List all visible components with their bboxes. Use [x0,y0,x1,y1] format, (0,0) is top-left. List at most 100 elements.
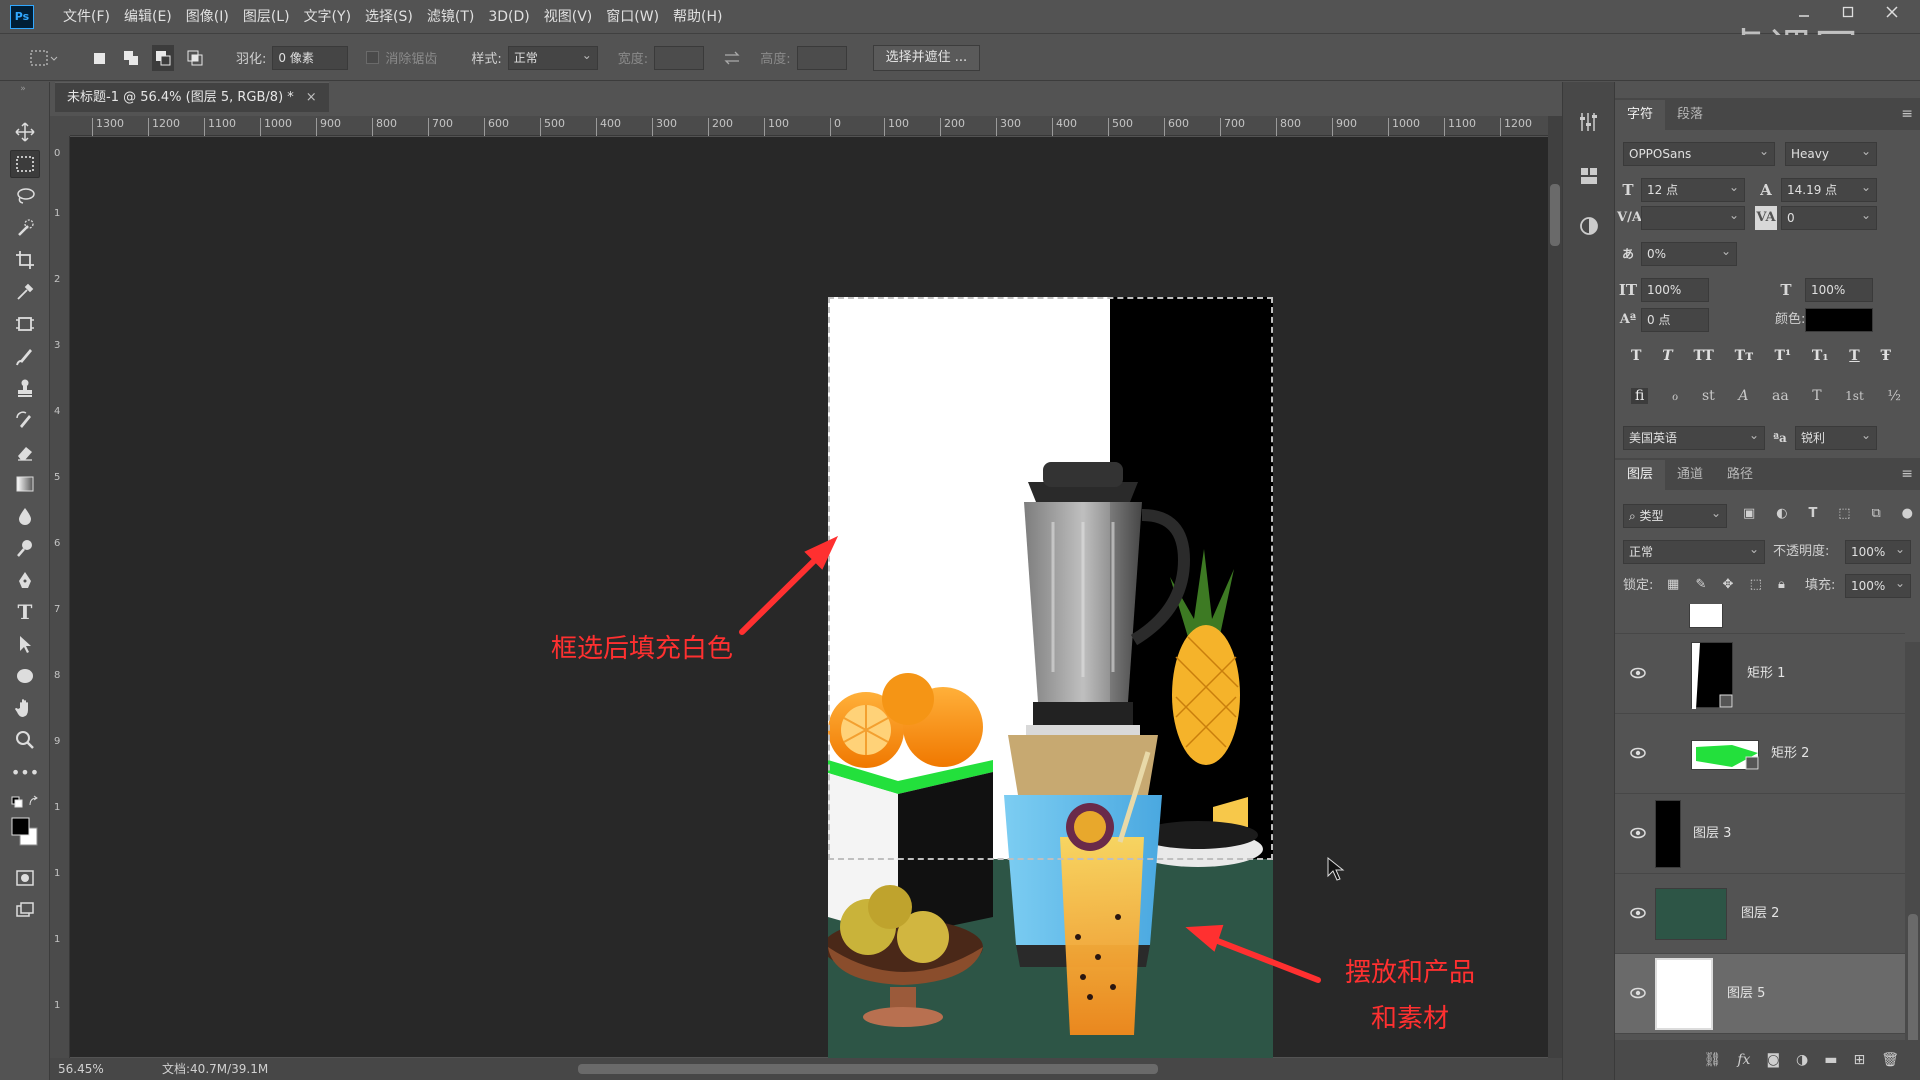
link-icon[interactable]: ⛓ [1704,1052,1722,1068]
mask-icon[interactable]: ◙ [1766,1052,1780,1068]
text-color-swatch[interactable] [1805,308,1873,332]
lock-position-icon[interactable]: ✥ [1723,577,1734,592]
subscript-button[interactable]: T₁ [1812,348,1829,372]
eye-icon[interactable] [1629,904,1647,922]
all-caps-button[interactable]: TT [1693,348,1713,372]
lock-image-icon[interactable]: ✎ [1695,577,1706,592]
lock-artboard-icon[interactable]: ⬚ [1750,577,1762,592]
tracking-icon: VA [1755,206,1777,230]
properties-panel-icon[interactable] [1575,108,1603,136]
layer-filter-select[interactable]: ⌕ 类型 [1623,502,1727,528]
tsume-select[interactable]: 0% [1641,240,1737,266]
layer-name[interactable]: 矩形 2 [1771,746,1809,762]
swash-button[interactable]: A [1738,388,1748,404]
adjustment-filter-icon[interactable]: ◐ [1776,506,1787,526]
layers-panel-menu-icon[interactable]: ≡ [1901,466,1913,482]
adjustment-icon[interactable]: ◑ [1796,1052,1808,1068]
lock-all-icon[interactable]: 🔒︎ [1778,577,1785,592]
annotation-place-product-line1: 摆放和产品 [1345,958,1476,988]
language-select[interactable]: 美国英语 [1623,424,1765,450]
adjustments-panel-icon[interactable] [1575,212,1603,240]
font-style-select[interactable]: Heavy [1785,140,1877,166]
tracking-select[interactable]: 0 [1781,204,1877,230]
lock-label: 锁定: [1623,578,1654,593]
leading-select[interactable]: 14.19 点 [1781,176,1877,202]
smart-object-filter-icon[interactable]: ⧉ [1871,506,1880,526]
fractions-button[interactable]: ½ [1887,388,1901,404]
tab-paragraph[interactable]: 段落 [1665,100,1715,130]
antialias-select[interactable]: 锐利 [1795,424,1877,450]
trash-icon[interactable]: 🗑︎ [1881,1052,1899,1068]
faux-italic-button[interactable]: T [1662,348,1672,372]
eye-icon[interactable] [1629,744,1647,762]
annotation-fill-white: 框选后填充白色 [551,634,734,664]
horizontal-scrollbar-thumb[interactable] [578,1064,1158,1074]
eye-icon[interactable] [1629,984,1647,1002]
zoom-level[interactable]: 56.45% [58,1058,104,1080]
eye-icon[interactable] [1629,824,1647,842]
layer-row-layer-3[interactable]: 图层 3 [1615,794,1905,874]
tab-paths[interactable]: 路径 [1715,460,1765,490]
lock-transparent-icon[interactable]: ▦ [1667,577,1679,592]
layer-name[interactable]: 矩形 1 [1747,666,1785,682]
tab-layers[interactable]: 图层 [1615,460,1666,490]
layers-scrollbar-thumb[interactable] [1908,914,1918,1044]
tab-channels[interactable]: 通道 [1665,460,1715,490]
layers-footer: ⛓ fx ◙ ◑ ▬ ⊞ 🗑︎ [1615,1040,1920,1080]
contextual-alternates-button[interactable]: ℴ [1672,388,1678,404]
tsume-icon: あ [1621,247,1634,261]
collapsed-panels-column [1562,82,1614,1080]
pixel-filter-icon[interactable]: ▣ [1743,506,1755,526]
stylistic-alternates-button[interactable]: aa [1772,388,1789,404]
kerning-select[interactable] [1641,204,1745,230]
layer-row-layer-2[interactable]: 图层 2 [1615,874,1905,954]
strikethrough-button[interactable]: Ŧ [1881,348,1891,372]
canvas-vertical-scrollbar[interactable] [1548,116,1562,1058]
new-layer-icon[interactable]: ⊞ [1853,1052,1865,1068]
eye-icon[interactable] [1629,664,1647,682]
shape-filter-icon[interactable]: ⬚ [1838,506,1850,526]
libraries-panel-icon[interactable] [1575,162,1603,190]
layer-thumbnail [1691,740,1759,770]
tab-character[interactable]: 字符 [1615,100,1666,130]
layer-name[interactable]: 图层 3 [1693,826,1731,842]
group-icon[interactable]: ▬ [1824,1052,1837,1068]
small-caps-button[interactable]: Tт [1735,348,1754,372]
document-size-info[interactable]: 文档:40.7M/39.1M [162,1058,268,1080]
layer-row-rectangle-2[interactable]: 矩形 2 [1615,714,1905,794]
layer-name[interactable]: 图层 2 [1741,906,1779,922]
font-family-select[interactable]: OPPOSans [1623,140,1775,166]
superscript-button[interactable]: T¹ [1775,348,1792,372]
layer-row-partial[interactable] [1615,604,1905,634]
discretionary-ligatures-button[interactable]: st [1702,388,1715,404]
font-size-select[interactable]: 12 点 [1641,176,1745,202]
ordinals-button[interactable]: 1st [1845,389,1864,403]
layer-name[interactable]: 图层 5 [1727,986,1765,1002]
horizontal-scale-input[interactable]: 100% [1805,278,1873,302]
blend-mode-select[interactable]: 正常 [1623,538,1765,564]
panel-menu-icon[interactable]: ≡ [1901,106,1913,122]
layer-row-rectangle-1[interactable]: 矩形 1 [1615,634,1905,714]
search-icon: ⌕ [1629,509,1640,523]
vertical-scale-input[interactable]: 100% [1641,278,1709,302]
fill-input[interactable]: 100% [1845,572,1911,598]
layers-scrollbar[interactable] [1905,642,1920,1052]
fx-icon[interactable]: fx [1737,1052,1750,1068]
layer-filter-label: 类型 [1639,509,1664,523]
layers-panel-tabs: 图层 通道 路径 ≡ [1615,458,1920,490]
baseline-shift-input[interactable]: 0 点 [1641,308,1709,332]
ligatures-button[interactable]: ﬁ [1631,388,1649,404]
faux-bold-button[interactable]: T [1631,348,1641,372]
layer-list: 矩形 1 矩形 2 图层 3 图层 2 图层 5 [1615,604,1920,1040]
filter-toggle-icon[interactable]: ● [1902,506,1913,526]
character-panel-tabs: 字符 段落 ≡ [1615,98,1920,130]
scrollbar-thumb[interactable] [1550,184,1560,246]
underline-button[interactable]: T [1849,348,1859,372]
layer-thumbnail [1689,604,1723,628]
opacity-input[interactable]: 100% [1845,538,1911,564]
type-filter-icon[interactable]: T [1808,506,1817,526]
layer-row-layer-5[interactable]: 图层 5 [1615,954,1905,1034]
mouse-cursor-icon [1327,856,1345,881]
layer-thumbnail [1655,800,1681,868]
titling-alternates-button[interactable]: T [1812,388,1821,404]
